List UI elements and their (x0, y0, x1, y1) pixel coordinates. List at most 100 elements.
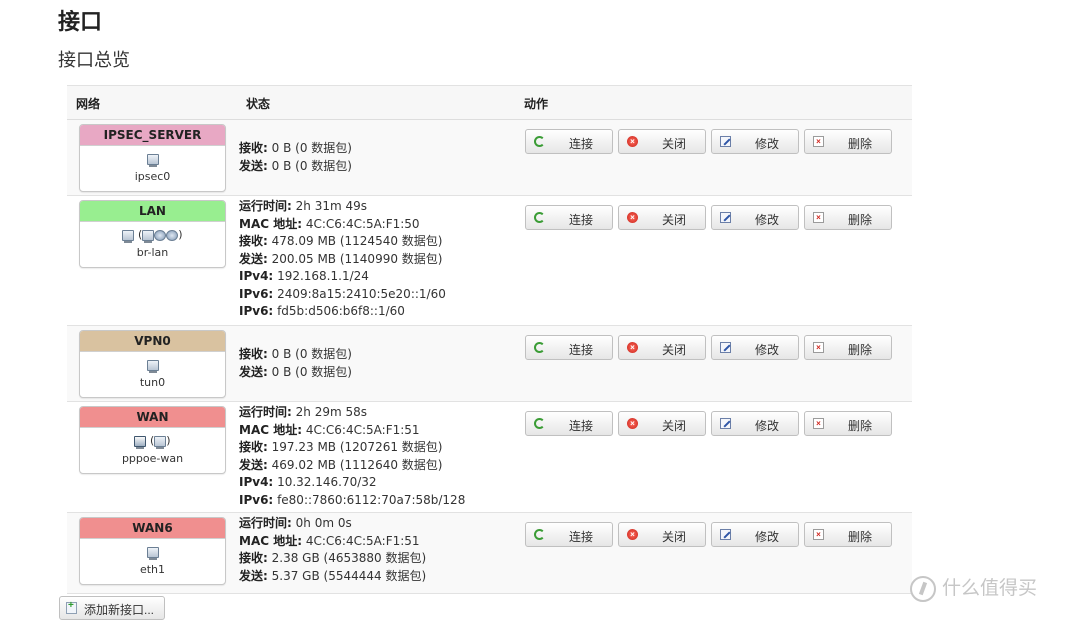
reload-icon (534, 418, 545, 429)
network-device: pppoe-wan (121, 452, 184, 465)
edit-button[interactable]: 修改 (711, 522, 799, 547)
reload-icon (534, 212, 545, 223)
network-device: tun0 (139, 376, 166, 389)
interface-row-vpn0: VPN0 tun0 接收: 0 B (0 数据包) 发送: 0 B (0 数据包… (67, 326, 912, 402)
delete-icon: × (813, 136, 824, 147)
network-name: LAN (80, 201, 225, 222)
status-line: MAC 地址: 4C:C6:4C:5A:F1:51 (239, 422, 420, 437)
delete-button[interactable]: × 删除 (804, 129, 892, 154)
edit-icon (720, 529, 731, 540)
ethernet-port-icon (146, 153, 159, 167)
network-name: VPN0 (80, 331, 225, 352)
status-line: 运行时间: 2h 29m 58s (239, 405, 367, 419)
wireless-icon (166, 229, 179, 241)
connect-button[interactable]: 连接 (525, 205, 613, 230)
close-button[interactable]: × 关闭 (618, 522, 706, 547)
delete-button[interactable]: × 删除 (804, 522, 892, 547)
reload-icon (534, 529, 545, 540)
status-block: 接收: 0 B (0 数据包) 发送: 0 B (0 数据包) (239, 346, 352, 381)
status-line: IPv6: fe80::7860:6112:70a7:58b/128 (239, 492, 466, 507)
delete-button[interactable]: × 删除 (804, 335, 892, 360)
interfaces-table: 网络 状态 动作 IPSEC_SERVER ipsec0 接收: 0 B (0 … (67, 85, 912, 594)
connect-button[interactable]: 连接 (525, 522, 613, 547)
header-status: 状态 (246, 97, 271, 111)
ethernet-port-icon (154, 435, 167, 449)
close-button[interactable]: × 关闭 (618, 205, 706, 230)
connect-button[interactable]: 连接 (525, 335, 613, 360)
stop-icon: × (627, 418, 638, 429)
add-icon (66, 600, 77, 614)
network-device: br-lan (136, 246, 169, 259)
delete-icon: × (813, 212, 824, 223)
edit-button[interactable]: 修改 (711, 335, 799, 360)
stop-icon: × (627, 529, 638, 540)
ethernet-port-icon (146, 359, 159, 373)
connect-button[interactable]: 连接 (525, 129, 613, 154)
section-title: 接口总览 (58, 50, 130, 71)
delete-button[interactable]: × 删除 (804, 205, 892, 230)
interface-row-ipsec-server: IPSEC_SERVER ipsec0 接收: 0 B (0 数据包) 发送: … (67, 120, 912, 196)
network-device: ipsec0 (134, 170, 171, 183)
status-line: IPv6: 2409:8a15:2410:5e20::1/60 (239, 286, 446, 301)
status-line: IPv4: 192.168.1.1/24 (239, 269, 369, 283)
status-line: 接收: 197.23 MB (1207261 数据包) (239, 440, 443, 454)
network-icons (80, 152, 225, 170)
network-card: LAN () br-lan (79, 200, 226, 268)
edit-icon (720, 342, 731, 353)
interface-row-wan: WAN () pppoe-wan 运行时间: 2h 29m 58s MAC 地址… (67, 402, 912, 513)
edit-button[interactable]: 修改 (711, 205, 799, 230)
status-line: MAC 地址: 4C:C6:4C:5A:F1:50 (239, 216, 420, 231)
edit-icon (720, 418, 731, 429)
page-title: 接口 (58, 10, 103, 35)
status-block: 接收: 0 B (0 数据包) 发送: 0 B (0 数据包) (239, 140, 352, 175)
edit-button[interactable]: 修改 (711, 129, 799, 154)
network-card: VPN0 tun0 (79, 330, 226, 398)
header-actions: 动作 (524, 97, 549, 111)
watermark-logo-icon (910, 575, 936, 602)
network-icons (80, 358, 225, 376)
delete-button[interactable]: × 删除 (804, 411, 892, 436)
network-name: WAN6 (80, 518, 225, 539)
wireless-icon (154, 229, 167, 241)
reload-icon (534, 136, 545, 147)
status-line: 接收: 0 B (0 数据包) (239, 347, 352, 361)
connect-button[interactable]: 连接 (525, 411, 613, 436)
network-device: eth1 (139, 563, 166, 576)
close-button[interactable]: × 关闭 (618, 129, 706, 154)
stop-icon: × (627, 212, 638, 223)
edit-button[interactable]: 修改 (711, 411, 799, 436)
delete-icon: × (813, 342, 824, 353)
ethernet-port-icon (142, 229, 155, 243)
network-card: IPSEC_SERVER ipsec0 (79, 124, 226, 192)
status-block: 运行时间: 2h 31m 49s MAC 地址: 4C:C6:4C:5A:F1:… (239, 198, 446, 321)
network-name: IPSEC_SERVER (80, 125, 225, 146)
status-line: 接收: 2.38 GB (4653880 数据包) (239, 551, 427, 565)
status-block: 运行时间: 0h 0m 0s MAC 地址: 4C:C6:4C:5A:F1:51… (239, 515, 426, 585)
network-card: WAN6 eth1 (79, 517, 226, 585)
modem-icon (134, 435, 147, 449)
interface-row-wan6: WAN6 eth1 运行时间: 0h 0m 0s MAC 地址: 4C:C6:4… (67, 513, 912, 594)
interface-row-lan: LAN () br-lan 运行时间: 2h 31m 49s MAC 地址: 4… (67, 196, 912, 326)
status-line: MAC 地址: 4C:C6:4C:5A:F1:51 (239, 533, 420, 548)
network-icons (80, 545, 225, 563)
network-icons: () (80, 228, 225, 246)
status-line: 发送: 469.02 MB (1112640 数据包) (239, 457, 443, 472)
table-header: 网络 状态 动作 (67, 86, 912, 120)
reload-icon (534, 342, 545, 353)
close-button[interactable]: × 关闭 (618, 411, 706, 436)
stop-icon: × (627, 342, 638, 353)
delete-icon: × (813, 529, 824, 540)
status-line: 发送: 5.37 GB (5544444 数据包) (239, 568, 427, 583)
status-line: 发送: 0 B (0 数据包) (239, 158, 352, 173)
close-button[interactable]: × 关闭 (618, 335, 706, 360)
edit-icon (720, 136, 731, 147)
status-line: 运行时间: 0h 0m 0s (239, 516, 352, 530)
delete-icon: × (813, 418, 824, 429)
header-network: 网络 (76, 97, 101, 111)
network-name: WAN (80, 407, 225, 428)
network-card: WAN () pppoe-wan (79, 406, 226, 474)
watermark: 什么值得买 (910, 573, 1037, 602)
status-line: 接收: 0 B (0 数据包) (239, 141, 352, 155)
status-line: IPv4: 10.32.146.70/32 (239, 475, 377, 489)
add-interface-button[interactable]: 添加新接口... (59, 596, 165, 620)
